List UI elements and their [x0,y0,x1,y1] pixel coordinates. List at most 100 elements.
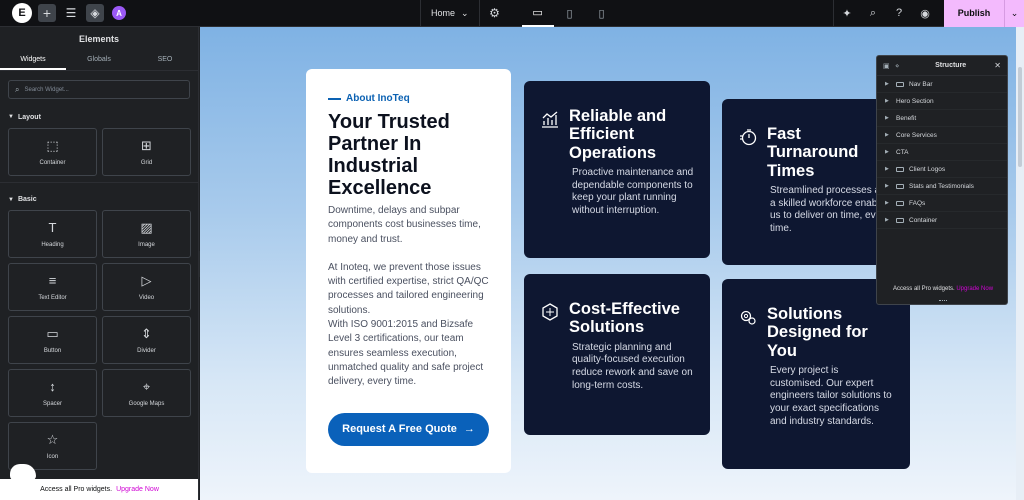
caret-right-icon[interactable]: ▶ [885,132,891,138]
widget-google-maps[interactable]: ⌖ Google Maps [102,369,191,417]
hexagon-icon [540,302,560,322]
structure-item-label: Client Logos [909,165,946,173]
category-label: Basic [17,196,37,203]
structure-item-container[interactable]: ▶ Container [877,212,1007,229]
about-card[interactable]: About InoTeq Your Trusted Partner In Ind… [306,69,511,473]
caret-right-icon[interactable]: ▶ [885,166,891,172]
structure-item-client-logos[interactable]: ▶ Client Logos [877,161,1007,178]
help-button[interactable]: ? [886,0,912,27]
structure-item-stats-testimonials[interactable]: ▶ Stats and Testimonials [877,178,1007,195]
structure-item-faqs[interactable]: ▶ FAQs [877,195,1007,212]
widget-text-editor[interactable]: ≡ Text Editor [8,263,97,311]
widget-heading[interactable]: T Heading [8,210,97,258]
structure-item-core-services[interactable]: ▶ Core Services [877,127,1007,144]
tablet-icon: ▯ [566,7,573,20]
widget-button[interactable]: ▭ Button [8,316,97,364]
upgrade-now-link[interactable]: Upgrade Now [956,286,993,292]
cloud-icon [10,464,36,480]
upgrade-now-link[interactable]: Upgrade Now [116,486,159,493]
structure-panel: ▣ ⋄ Structure ✕ ▶ Nav Bar ▶ Hero Section… [876,55,1008,305]
device-switcher: ▭ ▯ ▯ [521,0,618,27]
layout-widgets-grid: ⬚ Container ⊞ Grid [0,124,198,176]
publish-options-button[interactable]: ⌄ [1004,0,1024,27]
widget-image[interactable]: ▨ Image [102,210,191,258]
notes-button[interactable]: ✦ [834,0,860,27]
site-settings-button[interactable]: ☰ [62,4,80,22]
caret-down-icon: ▼ [8,196,14,203]
resize-handle[interactable] [939,300,947,302]
widget-label: Heading [41,241,64,248]
widget-container[interactable]: ⬚ Container [8,128,97,176]
eyebrow-line [328,97,341,100]
page-selector[interactable]: Home ⌄ [420,0,480,27]
caret-right-icon[interactable]: ▶ [885,149,891,155]
category-layout[interactable]: ▼ Layout [0,110,198,124]
card-header: Cost-Effective Solutions [540,300,694,337]
elementor-logo[interactable]: E [12,3,32,23]
structure-item-cta[interactable]: ▶ CTA [877,144,1007,161]
structure-item-benefit[interactable]: ▶ Benefit [877,110,1007,127]
desktop-view-button[interactable]: ▭ [521,0,554,27]
widget-spacer[interactable]: ↕ Spacer [8,369,97,417]
caret-right-icon[interactable]: ▶ [885,98,891,104]
widget-label: Spacer [42,400,62,407]
container-icon [896,166,904,172]
caret-right-icon[interactable]: ▶ [885,81,891,87]
category-label: Layout [17,113,41,121]
widget-icon[interactable]: ☆ Icon [8,422,97,470]
top-bar-left: E + ☰ ◈ A [0,3,420,23]
benefit-card-cost[interactable]: Cost-Effective Solutions Strategic plann… [524,274,710,435]
editor-top-bar: E + ☰ ◈ A Home ⌄ ⚙ ▭ ▯ ▯ ✦ ⌕ ? ◉ Publish… [0,0,1024,27]
widget-label: Google Maps [128,400,165,407]
structure-item-nav-bar[interactable]: ▶ Nav Bar [877,76,1007,93]
scrollbar-thumb[interactable] [1018,67,1022,167]
preview-button[interactable]: ◉ [912,0,938,27]
widget-label: Container [39,159,66,166]
container-icon [896,183,904,189]
caret-right-icon[interactable]: ▶ [885,183,891,189]
panel-tabs: Widgets Globals SEO [0,51,198,71]
structure-button[interactable]: ◈ [86,4,104,22]
canvas-scrollbar[interactable] [1016,27,1024,500]
widget-grid[interactable]: ⊞ Grid [102,128,191,176]
angie-button[interactable]: A [110,4,128,22]
request-quote-button[interactable]: Request A Free Quote → [328,412,489,446]
about-heading: Your Trusted Partner In Industrial Excel… [328,111,450,199]
category-basic[interactable]: ▼ Basic [0,182,198,206]
close-icon[interactable]: ✕ [994,61,1001,70]
card-title: Cost-Effective Solutions [569,300,680,337]
caret-right-icon[interactable]: ▶ [885,217,891,223]
card-title: Reliable and Efficient Operations [569,107,667,162]
tablet-view-button[interactable]: ▯ [554,0,586,27]
expand-all-icon[interactable]: ⋄ [895,62,907,70]
card-text: Proactive maintenance and dependable com… [572,167,694,216]
star-icon: ☆ [46,431,59,447]
caret-right-icon[interactable]: ▶ [885,115,891,121]
tab-seo[interactable]: SEO [132,51,198,70]
page-settings-button[interactable]: ⚙ [486,4,504,22]
caret-right-icon[interactable]: ▶ [885,200,891,206]
structure-item-label: FAQs [909,199,926,207]
widget-video[interactable]: ▷ Video [102,263,191,311]
widget-divider[interactable]: ⇕ Divider [102,316,191,364]
benefit-card-custom[interactable]: Solutions Designed for You Every project… [722,279,910,469]
structure-item-label: Benefit [896,114,917,122]
widget-search-input[interactable]: ⌕ Search Widget... [8,80,190,99]
finder-button[interactable]: ⌕ [860,0,886,27]
publish-button[interactable]: Publish [944,0,1004,27]
stopwatch-icon [738,127,758,147]
structure-item-hero-section[interactable]: ▶ Hero Section [877,93,1007,110]
tab-globals[interactable]: Globals [66,51,132,70]
navigator-icon[interactable]: ▣ [883,62,895,70]
structure-item-label: CTA [896,148,909,156]
benefit-card-reliable[interactable]: Reliable and Efficient Operations Proact… [524,81,710,258]
panel-title: Elements [78,34,120,44]
widget-label: Video [138,294,155,301]
arrow-right-icon: → [463,423,475,436]
add-element-button[interactable]: + [38,4,56,22]
mobile-view-button[interactable]: ▯ [586,0,618,27]
container-icon: ⬚ [46,137,59,153]
tab-widgets[interactable]: Widgets [0,51,66,70]
top-bar-right: ✦ ⌕ ? ◉ Publish ⌄ [833,0,1024,27]
structure-item-label: Container [909,216,938,224]
